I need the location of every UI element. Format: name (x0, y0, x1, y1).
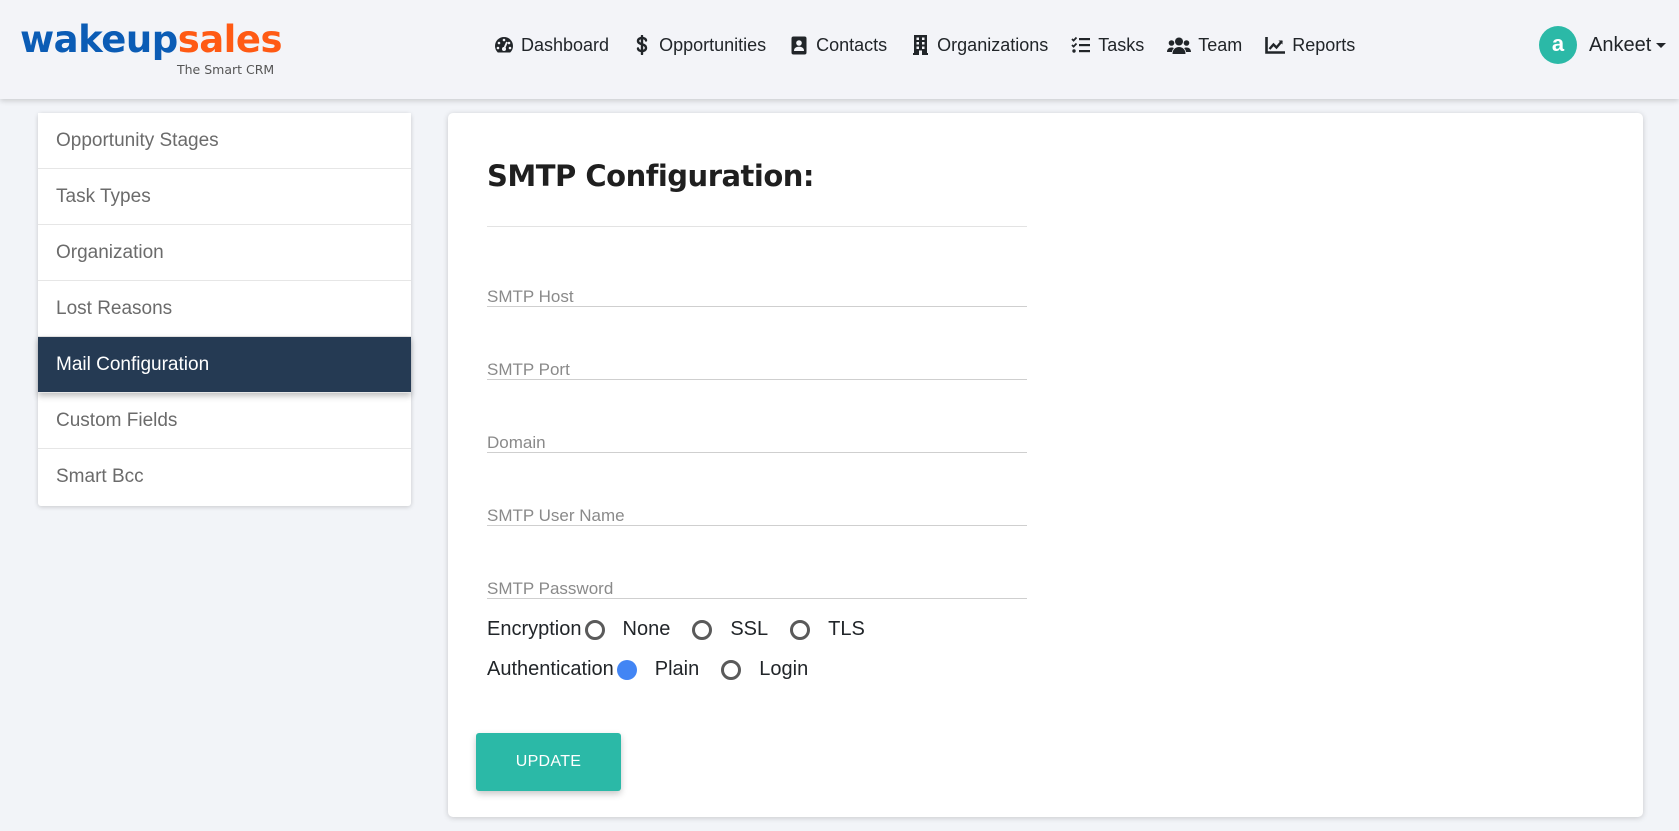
authentication-plain-label: Plain (654, 658, 700, 680)
domain-input[interactable] (487, 423, 1027, 452)
nav-team[interactable]: Team (1167, 35, 1242, 56)
brand-name-part1: wakeup (20, 18, 178, 61)
sidebar-item-task-types[interactable]: Task Types (38, 169, 411, 225)
nav-reports-label: Reports (1292, 34, 1356, 55)
building-icon (910, 35, 930, 55)
authentication-label: Authentication (487, 658, 614, 680)
update-button[interactable]: UPDATE (476, 733, 621, 791)
smtp-config-card: SMTP Configuration: Encryption None SSL … (448, 113, 1643, 817)
radio-unchecked-icon[interactable] (692, 619, 713, 640)
nav-tasks[interactable]: Tasks (1071, 35, 1144, 56)
nav-opportunities-label: Opportunities (659, 34, 767, 55)
nav-dashboard[interactable]: Dashboard (494, 35, 609, 56)
nav-team-label: Team (1198, 34, 1243, 55)
nav-organizations-label: Organizations (937, 34, 1049, 55)
caret-down-icon (1656, 42, 1667, 48)
user-menu[interactable]: a Ankeet (1539, 26, 1667, 64)
brand-logo[interactable]: wakeupsales The Smart CRM (20, 18, 282, 80)
radio-unchecked-icon[interactable] (721, 659, 742, 680)
encryption-ssl-label: SSL (730, 618, 769, 640)
brand-tagline: The Smart CRM (177, 62, 275, 77)
smtp-username-field (487, 496, 1027, 526)
nav-opportunities[interactable]: Opportunities (632, 35, 766, 56)
encryption-label: Encryption (487, 618, 582, 640)
sidebar-item-smart-bcc[interactable]: Smart Bcc (38, 449, 411, 505)
radio-checked-icon[interactable] (616, 659, 637, 680)
sidebar-item-organization[interactable]: Organization (38, 225, 411, 281)
radio-unchecked-icon[interactable] (790, 619, 811, 640)
main-nav: Dashboard Opportunities Contacts Organiz… (494, 30, 1378, 60)
smtp-port-field (487, 350, 1027, 380)
smtp-password-field (487, 569, 1027, 599)
smtp-host-field (487, 277, 1027, 307)
encryption-option-none[interactable]: None (584, 618, 671, 641)
nav-contacts[interactable]: Contacts (789, 35, 887, 56)
avatar: a (1539, 26, 1577, 64)
nav-reports[interactable]: Reports (1265, 35, 1355, 56)
sidebar-item-custom-fields[interactable]: Custom Fields (38, 393, 411, 449)
authentication-option-login[interactable]: Login (721, 658, 808, 681)
tachometer-icon (494, 35, 514, 55)
authentication-login-label: Login (759, 658, 809, 680)
sidebar-item-mail-configuration[interactable]: Mail Configuration (38, 337, 411, 393)
encryption-tls-label: TLS (828, 618, 865, 640)
smtp-username-input[interactable] (487, 496, 1027, 525)
smtp-port-input[interactable] (487, 350, 1027, 379)
nav-organizations[interactable]: Organizations (910, 35, 1048, 56)
page-title: SMTP Configuration: (487, 159, 815, 193)
encryption-none-label: None (622, 618, 671, 640)
settings-sidebar: Opportunity Stages Task Types Organizati… (38, 113, 411, 506)
encryption-option-ssl[interactable]: SSL (692, 618, 768, 641)
sidebar-item-lost-reasons[interactable]: Lost Reasons (38, 281, 411, 337)
users-icon (1167, 35, 1192, 55)
encryption-option-tls[interactable]: TLS (790, 618, 865, 641)
nav-tasks-label: Tasks (1098, 34, 1145, 55)
authentication-option-plain[interactable]: Plain (616, 658, 700, 681)
address-book-icon (789, 35, 809, 55)
brand-name: wakeupsales (20, 18, 282, 62)
smtp-host-input[interactable] (487, 277, 1027, 306)
domain-field (487, 423, 1027, 453)
nav-contacts-label: Contacts (816, 34, 888, 55)
chart-line-icon (1265, 35, 1286, 55)
nav-dashboard-label: Dashboard (521, 34, 610, 55)
smtp-password-input[interactable] (487, 569, 1027, 598)
radio-unchecked-icon[interactable] (584, 619, 605, 640)
authentication-radio-group: Authentication Plain Login (487, 658, 830, 681)
title-divider (487, 226, 1027, 227)
dollar-icon (632, 35, 652, 55)
brand-name-part2: sales (177, 18, 283, 61)
tasks-icon (1071, 35, 1091, 55)
sidebar-item-opportunity-stages[interactable]: Opportunity Stages (38, 113, 411, 169)
user-name: Ankeet (1589, 33, 1652, 56)
top-navbar: wakeupsales The Smart CRM Dashboard Oppo… (0, 0, 1679, 99)
encryption-radio-group: Encryption None SSL TLS (487, 618, 887, 641)
